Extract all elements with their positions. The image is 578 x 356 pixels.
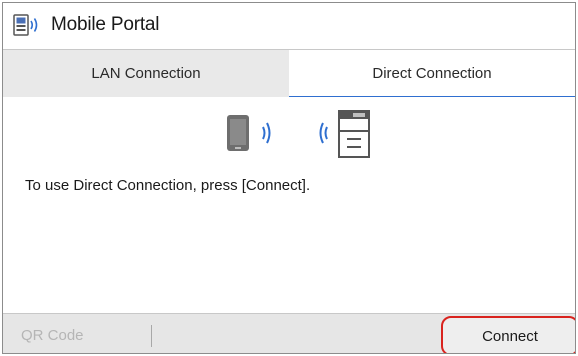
content-area: To use Direct Connection, press [Connect…	[3, 97, 575, 313]
mobile-portal-screen: Mobile Portal LAN Connection Direct Conn…	[2, 2, 576, 354]
connection-illustration	[221, 109, 381, 161]
printer-icon	[338, 110, 370, 158]
connection-tabs: LAN Connection Direct Connection	[3, 49, 575, 98]
tab-lan-connection[interactable]: LAN Connection	[3, 50, 289, 98]
wireless-signal-icon	[262, 122, 271, 144]
tab-direct-connection[interactable]: Direct Connection	[289, 50, 575, 98]
instruction-message: To use Direct Connection, press [Connect…	[25, 177, 311, 194]
qr-code-button[interactable]: QR Code	[21, 314, 131, 353]
title-bar: Mobile Portal	[3, 3, 575, 47]
wireless-signal-icon-printer	[319, 122, 328, 144]
divider	[151, 325, 152, 347]
connect-button[interactable]: Connect	[441, 316, 575, 353]
mobile-portal-icon	[5, 3, 49, 47]
page-title: Mobile Portal	[51, 14, 160, 35]
bottom-action-bar: QR Code Connect	[3, 313, 575, 353]
smartphone-icon	[227, 115, 249, 151]
